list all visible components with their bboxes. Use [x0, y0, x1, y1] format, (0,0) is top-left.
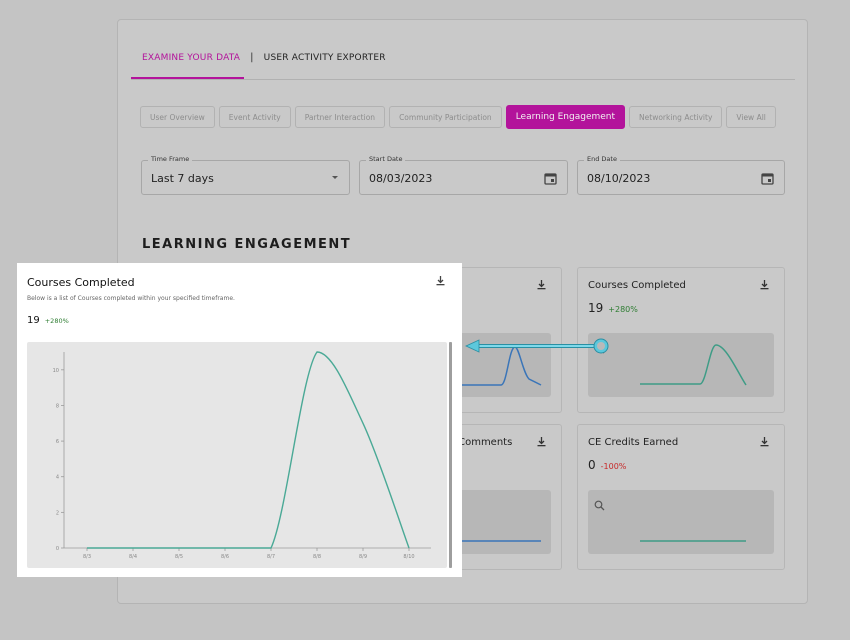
y-tick-label: 10	[53, 368, 59, 374]
y-tick-label: 0	[56, 546, 59, 552]
popup-value: 19 +280%	[27, 315, 69, 326]
filter-user-overview[interactable]: User Overview	[140, 106, 215, 128]
x-tick-label: 8/10	[403, 554, 414, 560]
line-chart-svg: 0 2 4 6 8 10 8/3 8/4 8/5 8/6 8/7 8/8 8/9 8/10	[53, 351, 431, 560]
calendar-icon[interactable]	[544, 172, 557, 188]
line-chart[interactable]: 0 2 4 6 8 10 8/3 8/4 8/5 8/6 8/7 8/8 8/9 8/10	[27, 342, 447, 568]
series-line	[87, 351, 410, 549]
download-icon[interactable]	[759, 279, 770, 293]
x-tick-label: 8/4	[129, 554, 137, 560]
x-tick-label: 8/9	[359, 554, 367, 560]
popup-title: Courses Completed	[27, 276, 135, 289]
y-tick-label: 8	[56, 403, 59, 409]
filter-learning-engagement[interactable]: Learning Engagement	[505, 105, 626, 129]
time-frame-select[interactable]: Time Frame Last 7 days	[141, 155, 350, 195]
card-ce-credits: CE Credits Earned 0 -100%	[577, 424, 785, 570]
x-tick-label: 8/8	[313, 554, 321, 560]
scrollbar-thumb[interactable]	[449, 342, 452, 568]
y-tick-label: 2	[56, 510, 59, 516]
tab-examine-your-data[interactable]: EXAMINE YOUR DATA	[142, 53, 240, 63]
tab-divider	[131, 79, 795, 80]
card-value: 19 +280%	[588, 301, 638, 315]
filter-partner-interaction[interactable]: Partner Interaction	[294, 106, 386, 128]
filter-community-participation[interactable]: Community Participation	[389, 106, 502, 128]
change-badge: -100%	[600, 462, 627, 471]
card-mini-chart[interactable]	[449, 490, 551, 554]
x-tick-label: 8/5	[175, 554, 183, 560]
mini-chart-line	[640, 540, 746, 542]
start-date-field[interactable]: Start Date 08/03/2023	[359, 155, 568, 195]
filter-chips: User Overview Event Activity Partner Int…	[140, 105, 776, 129]
tab-user-activity-exporter[interactable]: USER ACTIVITY EXPORTER	[264, 53, 386, 63]
metric-count: 19	[588, 301, 604, 315]
end-date-label: End Date	[584, 155, 620, 163]
end-date-field[interactable]: End Date 08/10/2023	[577, 155, 785, 195]
filter-networking-activity[interactable]: Networking Activity	[629, 106, 723, 128]
card-mini-chart[interactable]	[588, 333, 774, 397]
metric-count: 0	[588, 458, 596, 472]
x-tick-label: 8/6	[221, 554, 229, 560]
download-icon[interactable]	[759, 436, 770, 450]
card-title: CE Credits Earned	[588, 437, 679, 448]
download-icon[interactable]	[536, 436, 547, 450]
section-title: LEARNING ENGAGEMENT	[142, 237, 352, 252]
mini-chart-line	[449, 540, 541, 542]
card-mini-chart[interactable]	[588, 490, 774, 554]
chevron-down-icon	[331, 170, 339, 187]
change-badge: +280%	[44, 317, 69, 325]
mini-chart-line	[640, 344, 747, 386]
download-icon[interactable]	[536, 279, 547, 293]
download-icon[interactable]	[435, 275, 446, 289]
start-date-label: Start Date	[366, 155, 406, 163]
scrollbar-track[interactable]	[449, 342, 452, 568]
tab-separator: |	[250, 52, 254, 63]
time-frame-label: Time Frame	[148, 155, 193, 163]
end-date-value: 08/10/2023	[587, 172, 651, 185]
filter-event-activity[interactable]: Event Activity	[218, 106, 291, 128]
card-title: Courses Completed	[588, 280, 686, 291]
chart-popup: Courses Completed Below is a list of Cou…	[17, 263, 462, 577]
y-tick-label: 6	[56, 439, 59, 445]
start-date-value: 08/03/2023	[369, 172, 433, 185]
card-value: 0 -100%	[588, 458, 626, 472]
pointer-arrow	[465, 338, 609, 354]
calendar-icon[interactable]	[761, 172, 774, 188]
time-frame-value: Last 7 days	[151, 172, 214, 185]
popup-description: Below is a list of Courses completed wit…	[27, 295, 235, 302]
tab-bar: EXAMINE YOUR DATA | USER ACTIVITY EXPORT…	[142, 52, 386, 63]
x-tick-label: 8/7	[267, 554, 275, 560]
change-badge: +280%	[608, 305, 638, 314]
metric-count: 19	[27, 315, 40, 326]
x-tick-label: 8/3	[83, 554, 91, 560]
y-tick-label: 4	[56, 475, 59, 481]
filter-view-all[interactable]: View All	[726, 106, 776, 128]
